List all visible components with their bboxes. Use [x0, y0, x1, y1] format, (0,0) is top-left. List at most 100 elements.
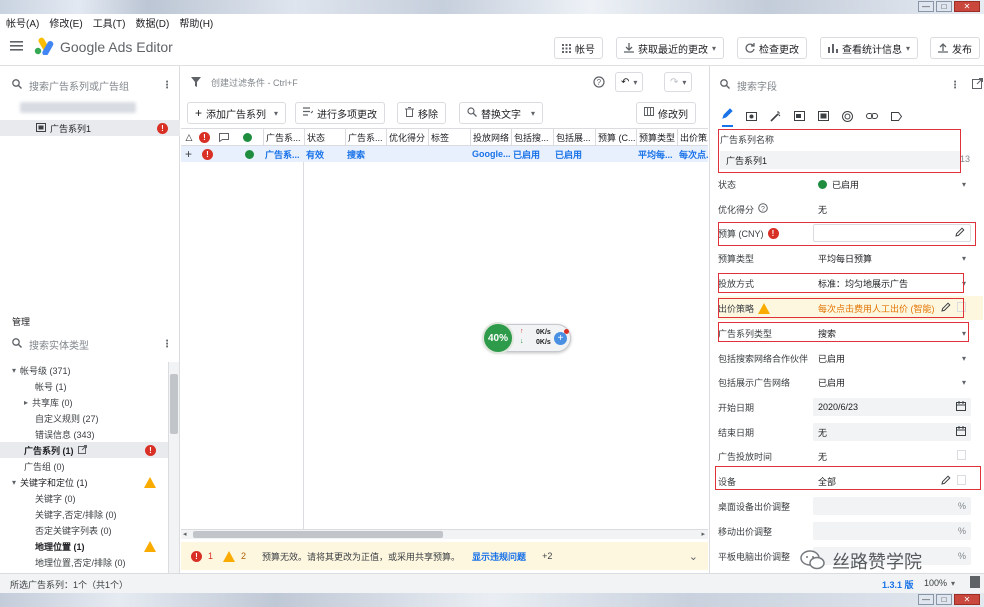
pencil-icon[interactable] [941, 475, 951, 487]
field-search[interactable]: 搜索字段 ⋮ [720, 78, 960, 93]
check-changes-button[interactable]: 检查更改 [737, 37, 807, 59]
cell-bid-strategy[interactable]: 每次点... [679, 146, 708, 162]
edit-tab-icon[interactable] [722, 108, 733, 127]
campaign-name-input[interactable]: 广告系列1 [720, 151, 960, 169]
tree-errors[interactable]: 错误信息 (343) [0, 426, 168, 442]
open-in-new-icon[interactable] [972, 78, 983, 92]
more-vert-icon[interactable]: ⋮ [950, 80, 960, 91]
column-include-display[interactable]: 包括展... [553, 129, 594, 145]
chevron-down-icon[interactable]: ▾ [906, 44, 910, 53]
mobile-bid-input[interactable]: % [813, 522, 971, 540]
tree-ad-groups[interactable]: 广告组 (0) [0, 458, 168, 474]
campaign-search[interactable]: 搜索广告系列或广告组 ⋮ [12, 78, 172, 93]
target-tab-icon[interactable] [842, 110, 853, 125]
more-errors-count[interactable]: +2 [542, 551, 552, 561]
menu-tools[interactable]: 工具(T) [93, 15, 126, 30]
tree-scrollbar-thumb[interactable] [170, 374, 178, 434]
column-networks[interactable]: 投放网络 [470, 129, 510, 145]
more-vert-icon[interactable]: ⋮ [162, 339, 172, 350]
chevron-down-icon[interactable]: ▾ [962, 254, 966, 263]
link-tab-icon[interactable] [866, 112, 878, 123]
replace-text-button[interactable]: 替换文字 ▾ [459, 102, 544, 124]
bid-strategy-value[interactable]: 每次点击费用人工出价 (智能) [813, 299, 971, 317]
help-icon[interactable]: ? [758, 203, 768, 215]
video-tab-icon[interactable] [818, 111, 829, 124]
minimize-button[interactable]: — [918, 594, 934, 605]
column-budget[interactable]: 预算 (C... [595, 129, 635, 145]
grid-horizontal-scrollbar[interactable]: ◂ ▸ [181, 529, 708, 539]
column-labels[interactable]: 标签 [428, 129, 469, 145]
account-button[interactable]: 帐号 [554, 37, 603, 59]
multi-edit-button[interactable]: 进行多项更改 [295, 102, 385, 124]
chevron-down-icon[interactable]: ▾ [962, 378, 966, 387]
menu-help[interactable]: 帮助(H) [179, 15, 213, 30]
ad-schedule-value[interactable]: 无 [813, 447, 971, 465]
chevron-down-icon[interactable]: ▾ [682, 78, 686, 87]
entity-search-input[interactable]: 搜索实体类型 [29, 337, 89, 352]
field-search-input[interactable]: 搜索字段 [737, 78, 777, 93]
zoom-control[interactable]: 100% ▾ [924, 578, 955, 588]
open-in-new-icon[interactable] [77, 444, 87, 456]
remove-button[interactable]: 移除 [397, 102, 446, 124]
add-row-icon[interactable]: + [185, 146, 195, 162]
chevron-down-icon[interactable]: ▾ [531, 109, 535, 118]
view-stats-button[interactable]: 查看统计信息 ▾ [820, 37, 919, 59]
checkbox-icon[interactable] [957, 302, 966, 314]
column-campaign-type[interactable]: 广告系... [345, 129, 385, 145]
campaign-tree-item[interactable]: 广告系列1 ! [0, 120, 180, 136]
budget-input[interactable] [813, 224, 971, 242]
filter-bar[interactable]: 创建过滤条件 - Ctrl+F [191, 76, 298, 89]
redo-button[interactable]: ↷ ▾ [664, 72, 693, 92]
error-column-icon[interactable]: ! [199, 129, 213, 145]
get-recent-changes-button[interactable]: 获取最近的更改 ▾ [616, 37, 725, 59]
scroll-left-icon[interactable]: ◂ [183, 530, 187, 538]
tree-negative-keywords[interactable]: 关键字,否定/排除 (0) [0, 506, 168, 522]
chevron-right-icon[interactable]: ▸ [24, 398, 28, 407]
tree-keywords-targeting[interactable]: ▾ 关键字和定位 (1) [0, 474, 168, 490]
undo-button[interactable]: ↶ ▾ [615, 72, 644, 92]
table-row[interactable]: + ! 广告系... 有效 搜索 Google... 已启用 已启用 平均每..… [181, 146, 708, 162]
chevron-down-icon[interactable]: ▾ [962, 180, 966, 189]
chevron-down-icon[interactable]: ▾ [951, 579, 955, 588]
cell-networks[interactable]: Google... [472, 146, 510, 162]
tree-custom-rules[interactable]: 自定义规则 (27) [0, 410, 168, 426]
tree-keywords[interactable]: 关键字 (0) [0, 490, 168, 506]
ad-tab-icon[interactable] [794, 111, 805, 124]
label-tab-icon[interactable] [891, 111, 903, 124]
checkbox-icon[interactable] [957, 450, 966, 462]
maximize-button[interactable]: □ [936, 1, 952, 12]
chevron-down-icon[interactable]: ▾ [12, 366, 16, 375]
comment-column-icon[interactable] [219, 129, 233, 145]
search-partners-select[interactable]: 已启用 ▾ [813, 349, 971, 367]
show-violations-link[interactable]: 显示违规问题 [472, 550, 526, 563]
start-date-input[interactable]: 2020/6/23 [813, 398, 971, 416]
tree-account[interactable]: 帐号 (1) [0, 378, 168, 394]
column-optimization-score[interactable]: 优化得分 [386, 129, 427, 145]
version-link[interactable]: 1.3.1 版 [882, 578, 914, 591]
entity-search[interactable]: 搜索实体类型 ⋮ [12, 337, 172, 352]
more-vert-icon[interactable]: ⋮ [162, 80, 172, 91]
tree-negative-locations[interactable]: 地理位置,否定/排除 (0) [0, 554, 168, 570]
chevron-down-icon[interactable]: ▾ [633, 78, 637, 87]
chevron-down-icon[interactable]: ▾ [712, 44, 716, 53]
chevron-down-icon[interactable]: ▾ [12, 478, 16, 487]
cell-include-search[interactable]: 已启用 [513, 146, 552, 162]
tree-scrollbar[interactable] [168, 362, 179, 573]
campaign-type-select[interactable]: 搜索 ▾ [813, 324, 971, 342]
filter-input[interactable]: 创建过滤条件 - Ctrl+F [211, 76, 298, 89]
cell-campaign-type[interactable]: 搜索 [347, 146, 385, 162]
tree-shared-library[interactable]: ▸ 共享库 (0) [0, 394, 168, 410]
column-campaign[interactable]: 广告系... [263, 129, 303, 145]
edit-columns-button[interactable]: 修改列 [636, 102, 696, 124]
budget-type-select[interactable]: 平均每日预算 ▾ [813, 249, 971, 267]
calendar-icon[interactable] [956, 401, 966, 413]
resize-handle-icon[interactable] [970, 576, 980, 588]
cell-include-display[interactable]: 已启用 [555, 146, 594, 162]
devices-value[interactable]: 全部 [813, 472, 971, 490]
menu-data[interactable]: 数据(D) [135, 15, 169, 30]
chevron-down-icon[interactable]: ⌄ [689, 550, 698, 563]
camera-tab-icon[interactable] [746, 111, 757, 124]
tree-campaigns[interactable]: 广告系列 (1) ! [0, 442, 168, 458]
checkbox-icon[interactable] [957, 475, 966, 487]
add-campaign-button[interactable]: + 添加广告系列 ▾ [187, 102, 287, 124]
